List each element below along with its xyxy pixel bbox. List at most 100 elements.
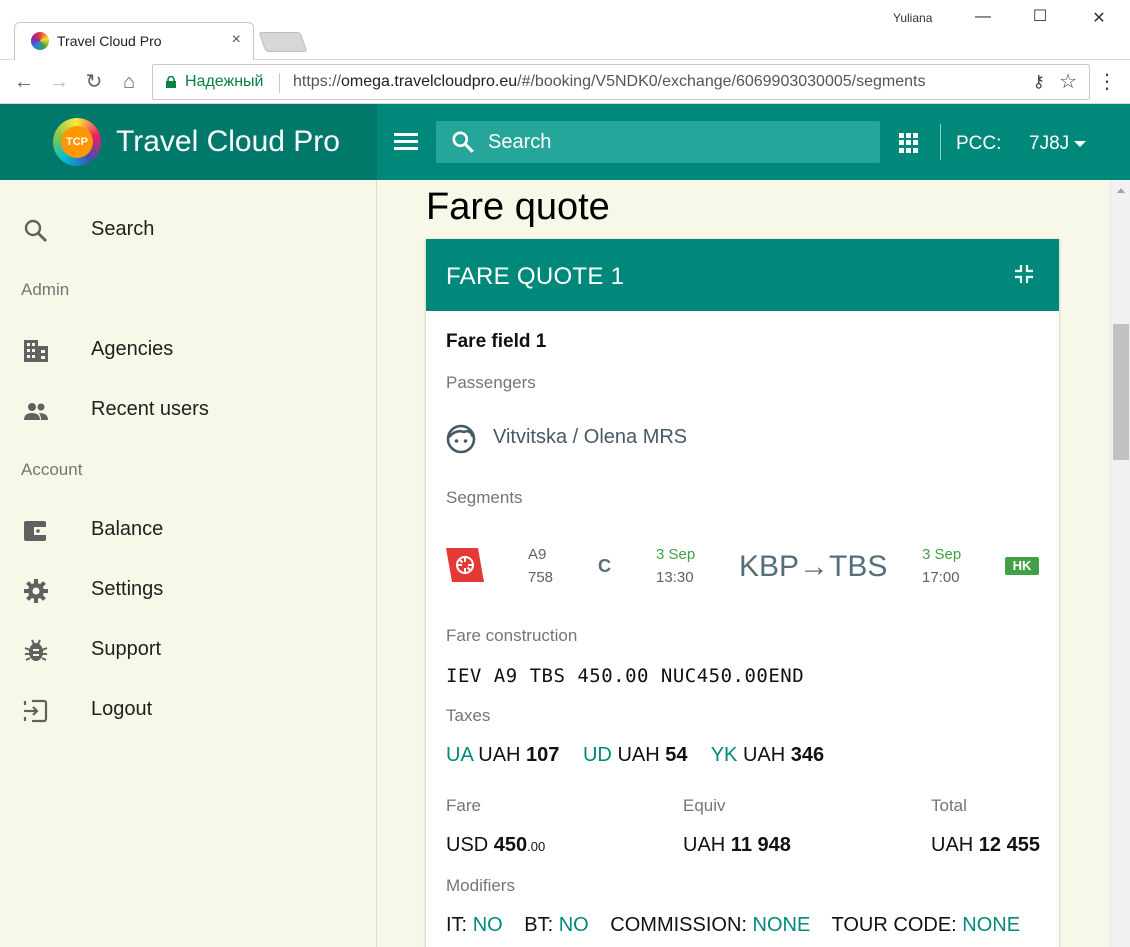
secure-label: Надежный [185,73,264,90]
url-text[interactable]: https://omega.travelcloudpro.eu/#/bookin… [293,73,925,91]
search-input[interactable] [488,129,868,155]
fare-quote-card-header: FARE QUOTE 1 [426,239,1059,311]
bug-icon [24,639,48,661]
sidebar-item-logout[interactable]: Logout [0,680,376,740]
building-icon [24,340,48,362]
minimize-icon[interactable]: — [968,8,998,26]
app-header: TCP Travel Cloud Pro PCC: 7J8J [0,104,1130,180]
brand-name: Travel Cloud Pro [116,125,340,158]
fare-quote-card: FARE QUOTE 1 Fare field 1 Passengers Vit… [426,239,1059,947]
browser-toolbar: ← → ↻ ⌂ Надежный https://omega.travelclo… [0,60,1130,104]
modifier-item: IT: NO [446,914,503,936]
tax-item: UA UAH 107 [446,744,560,766]
star-icon[interactable]: ☆ [1059,69,1077,94]
brand-logo: TCP [53,118,101,166]
sidebar-item-label: Search [91,218,155,240]
reload-icon[interactable]: ↻ [81,69,107,95]
back-icon[interactable]: ← [11,69,37,95]
maximize-icon[interactable]: ☐ [1025,6,1055,26]
browser-tab-strip: Travel Cloud Pro × Yuliana — ☐ ✕ [0,0,1130,60]
fare-label: Fare [446,796,481,815]
sidebar-item-label: Agencies [91,338,174,360]
face-icon [446,424,476,454]
tax-item: YK UAH 346 [710,744,825,766]
segment-departure-date: 3 Sep [656,546,696,563]
fare-field-title: Fare field 1 [446,331,547,352]
segment-departure-time: 13:30 [656,569,694,586]
search-box[interactable] [436,121,880,163]
sidebar-item-settings[interactable]: Settings [0,560,376,620]
key-icon[interactable]: ⚷ [1033,72,1045,92]
sidebar-item-label: Balance [91,518,164,540]
search-icon [452,131,474,153]
vertical-dots-icon[interactable]: ⋮ [1097,69,1117,94]
new-tab-button[interactable] [258,32,308,52]
fare-amount: USD 450.00 [446,834,546,856]
header-divider [940,124,941,160]
airline-logo [446,548,484,582]
sidebar-item-support[interactable]: Support [0,620,376,680]
sidebar-item-search[interactable]: Search [0,200,376,260]
tax-item: UD UAH 54 [582,744,688,766]
segment-airline: A9 [528,546,547,563]
equiv-label: Equiv [683,796,726,815]
total-label: Total [931,796,967,815]
fare-quote-title: FARE QUOTE 1 [446,263,625,290]
scroll-thumb[interactable] [1113,324,1129,460]
logout-icon [23,699,48,723]
browser-tab[interactable]: Travel Cloud Pro × [14,22,254,60]
status-badge: HK [1005,557,1039,575]
sidebar: Search Admin Agencies Recent users Accou… [0,180,377,947]
modifiers-list: IT: NO BT: NO COMMISSION: NONE TOUR CODE… [446,914,1036,937]
sidebar-item-agencies[interactable]: Agencies [0,320,376,380]
sidebar-item-label: Support [91,638,162,660]
fare-construction-text: IEV A9 TBS 450.00 NUC450.00END [446,665,805,687]
taxes-list: UA UAH 107 UD UAH 54 YK UAH 346 [446,744,842,767]
gear-icon [24,579,48,603]
forward-icon[interactable]: → [46,69,72,95]
sidebar-item-label: Recent users [91,398,209,420]
address-bar[interactable]: Надежный https://omega.travelcloudpro.eu… [152,64,1090,100]
sidebar-item-recent-users[interactable]: Recent users [0,380,376,440]
passengers-label: Passengers [446,373,536,392]
sidebar-item-label: Settings [91,578,164,600]
window-user-name[interactable]: Yuliana [893,11,932,25]
fare-construction-label: Fare construction [446,626,578,645]
scroll-up-icon[interactable] [1117,188,1125,193]
close-window-icon[interactable]: ✕ [1084,8,1114,28]
segment-flight-number: 758 [528,569,554,586]
segments-label: Segments [446,488,523,507]
modifier-item: BT: NO [524,914,589,936]
scrollbar[interactable] [1110,180,1130,947]
sidebar-section-account: Account [21,460,83,479]
segment-arrival-date: 3 Sep [922,546,962,563]
modifier-item: COMMISSION: NONE [610,914,811,936]
pcc-select[interactable]: 7J8J [1029,133,1069,155]
main-content: Fare quote FARE QUOTE 1 Fare field 1 Pas… [377,180,1110,947]
brand[interactable]: TCP Travel Cloud Pro [0,104,377,180]
hamburger-icon[interactable] [392,130,420,154]
tab-title: Travel Cloud Pro [57,33,162,49]
people-icon [24,403,48,420]
apps-grid-icon[interactable] [899,133,919,153]
wallet-icon [24,521,46,541]
sidebar-item-balance[interactable]: Balance [0,500,376,560]
address-divider [279,73,280,93]
total-amount: UAH 12 455 [931,834,1040,856]
tab-close-icon[interactable]: × [232,31,241,49]
segment-arrival-time: 17:00 [922,569,960,586]
segment-class: C [598,556,611,576]
taxes-label: Taxes [446,706,491,725]
chevron-down-icon[interactable] [1074,141,1086,147]
segment-route: KBP→TBS [739,550,888,583]
lock-icon [166,76,176,88]
home-icon[interactable]: ⌂ [116,69,142,95]
favicon-icon [31,32,49,50]
sidebar-item-label: Logout [91,698,153,720]
passenger-name[interactable]: Vitvitska / Olena MRS [493,426,687,449]
modifier-item: TOUR CODE: NONE [831,914,1021,936]
sidebar-section-admin: Admin [21,280,70,299]
modifiers-label: Modifiers [446,876,515,895]
collapse-icon[interactable] [1014,264,1034,284]
search-icon [24,219,47,242]
